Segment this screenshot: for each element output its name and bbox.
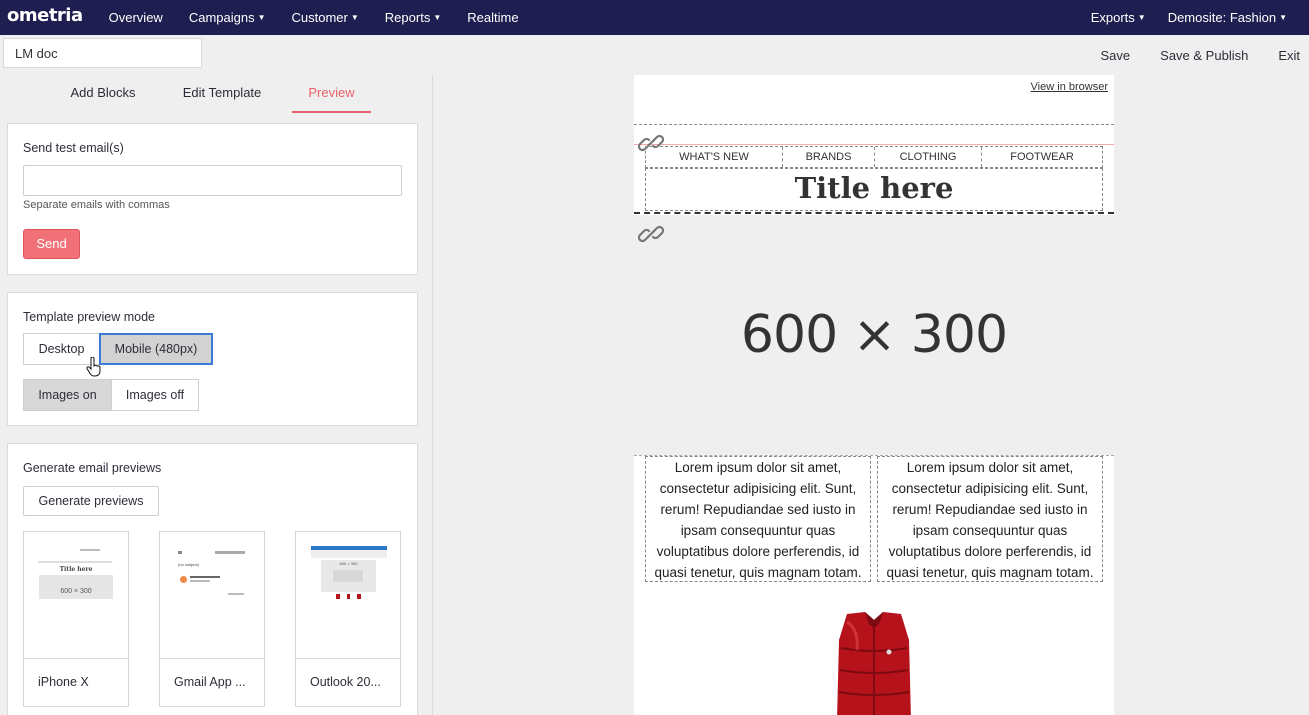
email-menu-bar: WHAT'S NEW BRANDS CLOTHING FOOTWEAR [645, 146, 1103, 168]
exit-button[interactable]: Exit [1278, 48, 1300, 63]
caret-down-icon: ▼ [1137, 13, 1146, 22]
email-preview-canvas: View in browser WHAT'S NEW BRANDS CLOTHI… [634, 75, 1114, 715]
save-publish-button[interactable]: Save & Publish [1160, 48, 1248, 63]
menu-item-footwear[interactable]: FOOTWEAR [982, 147, 1102, 167]
link-icon[interactable] [638, 221, 664, 247]
tab-preview[interactable]: Preview [292, 75, 371, 113]
drop-indicator-line [634, 144, 1114, 145]
generate-previews-button[interactable]: Generate previews [23, 486, 159, 516]
product-vest-image[interactable] [829, 610, 919, 715]
two-column-text-block: Lorem ipsum dolor sit amet, consectetur … [634, 455, 1114, 585]
thumbnail-image: (no subject) [160, 532, 264, 659]
email-title[interactable]: Title here [645, 168, 1103, 211]
nav-exports[interactable]: Exports ▼ [1091, 10, 1146, 25]
save-button[interactable]: Save [1101, 48, 1131, 63]
thumbnail-caption: Gmail App ... [174, 675, 246, 689]
tab-add-blocks[interactable]: Add Blocks [60, 75, 146, 113]
card-title: Send test email(s) [23, 141, 124, 155]
images-on-button[interactable]: Images on [23, 379, 112, 411]
left-panel: Add Blocks Edit Template Preview Send te… [0, 75, 433, 715]
text-column-right[interactable]: Lorem ipsum dolor sit amet, consectetur … [877, 456, 1103, 582]
card-title: Template preview mode [23, 310, 156, 324]
nav-reports[interactable]: Reports ▼ [385, 10, 441, 25]
send-button[interactable]: Send [23, 229, 80, 259]
preview-thumb-gmail-app[interactable]: (no subject) Gmail App ... [159, 531, 265, 707]
send-test-email-card: Send test email(s) Separate emails with … [7, 123, 418, 275]
menu-item-whats-new[interactable]: WHAT'S NEW [646, 147, 783, 167]
text-column-left[interactable]: Lorem ipsum dolor sit amet, consectetur … [645, 456, 871, 582]
thumbnail-image: 600 × 300 [296, 532, 400, 659]
preview-mode-card: Template preview mode Desktop Mobile (48… [7, 292, 418, 426]
thumbnail-image: Title here 600 × 300 [24, 532, 128, 659]
thumbnail-caption: iPhone X [38, 675, 89, 689]
caret-down-icon: ▼ [433, 13, 442, 22]
document-name-input[interactable]: LM doc [3, 38, 202, 68]
tab-edit-template[interactable]: Edit Template [172, 75, 272, 113]
nav-realtime[interactable]: Realtime [467, 10, 518, 25]
hand-pointer-cursor-icon [86, 357, 101, 377]
email-previews-card: Generate email previews Generate preview… [7, 443, 418, 715]
test-email-input[interactable] [23, 165, 402, 196]
nav-account-demosite[interactable]: Demosite: Fashion ▼ [1168, 10, 1287, 25]
nav-overview[interactable]: Overview [109, 10, 163, 25]
caret-down-icon: ▼ [257, 13, 266, 22]
preview-thumb-outlook[interactable]: 600 × 300 Outlook 20... [295, 531, 401, 707]
view-in-browser-link[interactable]: View in browser [1031, 81, 1108, 93]
caret-down-icon: ▼ [350, 13, 359, 22]
mobile-mode-button[interactable]: Mobile (480px) [99, 333, 213, 365]
hero-image-placeholder[interactable]: 600 × 300 [634, 215, 1114, 455]
images-off-button[interactable]: Images off [111, 379, 199, 411]
caret-down-icon: ▼ [1279, 13, 1287, 22]
editor-toolbar: LM doc Save Save & Publish Exit [0, 35, 1309, 75]
card-title: Generate email previews [23, 461, 162, 475]
preview-thumb-iphone-x[interactable]: Title here 600 × 300 iPhone X [23, 531, 129, 707]
menu-item-clothing[interactable]: CLOTHING [875, 147, 982, 167]
editor-tabs: Add Blocks Edit Template Preview [0, 75, 433, 113]
nav-campaigns[interactable]: Campaigns ▼ [189, 10, 266, 25]
hero-dimensions-label: 600 × 300 [740, 305, 1008, 365]
ometria-logo[interactable]: ometria [7, 5, 83, 26]
top-nav: ometria Overview Campaigns ▼ Customer ▼ Re… [0, 0, 1309, 35]
nav-customer[interactable]: Customer ▼ [292, 10, 359, 25]
email-hint: Separate emails with commas [23, 199, 170, 211]
thumbnail-caption: Outlook 20... [310, 675, 381, 689]
menu-item-brands[interactable]: BRANDS [783, 147, 875, 167]
